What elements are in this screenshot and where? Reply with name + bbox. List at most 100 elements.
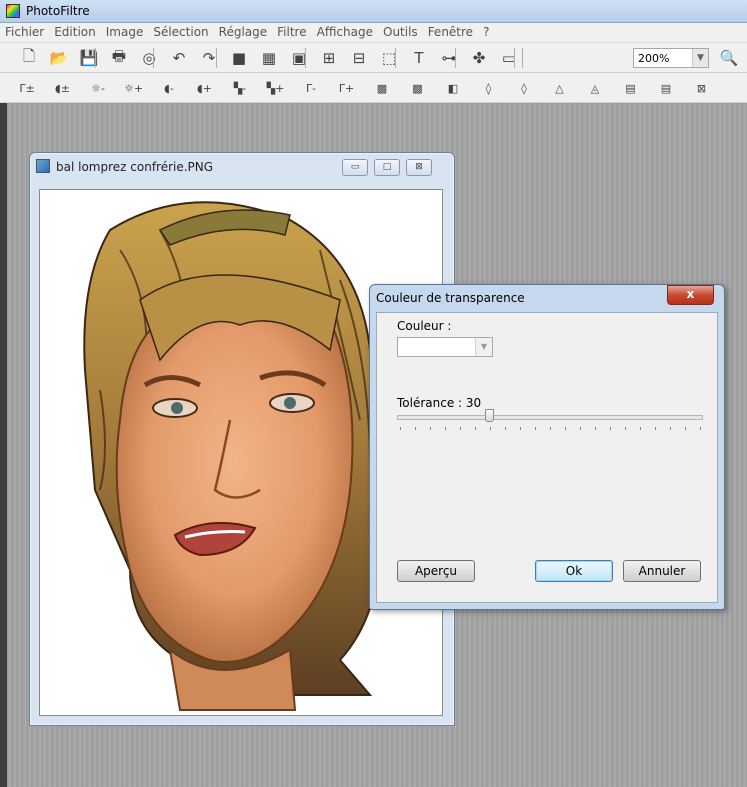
slider-tick [640,427,641,430]
workspace-edge [0,103,7,787]
grayscale-icon[interactable]: ▩ [371,77,393,99]
emboss-icon[interactable]: ◬ [584,77,606,99]
app-title-bar: PhotoFiltre [0,0,747,23]
slider-tick [460,427,461,430]
undo-icon[interactable]: ↶ [168,47,190,69]
save-icon[interactable]: 💾 [78,47,100,69]
menu-item[interactable]: Affichage [312,23,378,39]
menu-item[interactable]: Sélection [148,23,213,39]
close-window-button[interactable]: ⊠ [406,159,432,176]
slider-tick [700,427,701,430]
sharpen-icon[interactable]: ◊ [513,77,535,99]
slider-tick [655,427,656,430]
open-folder-icon[interactable]: 📂 [48,47,70,69]
print-icon[interactable]: 🖶 [108,47,130,69]
slider-tick [670,427,671,430]
slider-tick [580,427,581,430]
menu-item[interactable]: ? [478,23,494,39]
brightness-plus-icon[interactable]: ☼+ [123,77,145,99]
menu-item[interactable]: Edition [49,23,101,39]
contrast-minus-icon[interactable]: ◖- [158,77,180,99]
tolerance-ticks [400,427,701,431]
image-size-icon[interactable]: ⊞ [318,47,340,69]
toolbar-separator [153,48,154,68]
contrast-auto-icon[interactable]: ◖± [52,77,74,99]
brightness-minus-icon[interactable]: ☼- [87,77,109,99]
menu-item[interactable]: Image [101,23,149,39]
slider-tick [535,427,536,430]
selection-icon[interactable]: ⬚ [378,47,400,69]
text-icon[interactable]: T [408,47,430,69]
color-label: Couleur : [397,319,452,333]
slider-tick [430,427,431,430]
slider-tick [610,427,611,430]
slider-tick [625,427,626,430]
saturation-plus-icon[interactable]: ▚+ [265,77,287,99]
toolbar-separator [95,48,96,68]
gray-square-icon[interactable]: ■ [228,47,250,69]
window-icon[interactable]: ▭ [498,47,520,69]
image-file-icon [36,159,50,173]
slider-tick [595,427,596,430]
contrast-plus-icon[interactable]: ◖+ [194,77,216,99]
toolbar-separator [395,48,396,68]
mirror-icon[interactable]: ⊠ [691,77,713,99]
chevron-down-icon: ▼ [692,49,708,67]
frame-icon[interactable]: ▤ [655,77,677,99]
toolbar-separator [514,48,515,68]
blur-icon[interactable]: ◊ [478,77,500,99]
document-title-text: bal lomprez confrérie.PNG [56,160,214,174]
tolerance-slider-track[interactable] [397,415,703,420]
layers-icon[interactable]: ⊶ [438,47,460,69]
toolbar-separator [305,48,306,68]
gamma-minus-icon[interactable]: Γ- [300,77,322,99]
dialog-body: Couleur : ▼ Tolérance : 30 Aperçu Ok Ann… [376,312,718,603]
slider-tick [400,427,401,430]
slider-tick [445,427,446,430]
zoom-value: 200% [638,52,670,65]
plugin-icon[interactable]: ✤ [468,47,490,69]
slider-tick [520,427,521,430]
slider-tick [550,427,551,430]
menu-item[interactable]: Fichier [0,23,49,39]
slider-tick [685,427,686,430]
scanner-icon[interactable]: ◎ [138,47,160,69]
main-toolbar: 200% ▼ 🔍 🗋 📂 💾 🖶 ◎ ↶ ↷ ■ ▦ ▣ ⊞ ⊟ ⬚ T ⊶ ✤ ▭ [0,43,747,73]
menu-item[interactable]: Filtre [272,23,311,39]
zoom-select[interactable]: 200% ▼ [633,48,709,68]
tolerance-slider-thumb[interactable] [485,409,495,422]
menu-bar: Fichier Edition Image Sélection Réglage Filtr… [0,23,747,43]
color-dropdown[interactable]: ▼ [397,337,493,357]
slider-tick [475,427,476,430]
gamma-plus-icon[interactable]: Γ+ [336,77,358,99]
transparency-icon[interactable]: ▣ [288,47,310,69]
slider-tick [490,427,491,430]
ok-button[interactable]: Ok [535,560,613,582]
negative-icon[interactable]: ◧ [442,77,464,99]
toolbar-separator [216,48,217,68]
slider-tick [415,427,416,430]
tolerance-label: Tolérance : 30 [397,396,482,410]
menu-item[interactable]: Outils [378,23,423,39]
sepia-icon[interactable]: ▩ [407,77,429,99]
color-grid-icon[interactable]: ▦ [258,47,280,69]
transparency-dialog[interactable]: Couleur de transparence x Couleur : ▼ To… [369,284,725,610]
dialog-title: Couleur de transparence [376,291,525,305]
soften-icon[interactable]: △ [549,77,571,99]
app-title: PhotoFiltre [26,4,90,18]
new-file-icon[interactable]: 🗋 [18,47,40,69]
gradient-icon[interactable]: ▤ [620,77,642,99]
menu-item[interactable]: Réglage [214,23,273,39]
gamma-auto-icon[interactable]: Γ± [16,77,38,99]
saturation-minus-icon[interactable]: ▚- [229,77,251,99]
zoom-icon[interactable]: 🔍 [718,47,740,69]
canvas-size-icon[interactable]: ⊟ [348,47,370,69]
close-dialog-button[interactable]: x [667,285,714,305]
toolbar-separator [455,48,456,68]
preview-button[interactable]: Aperçu [397,560,475,582]
cancel-button[interactable]: Annuler [623,560,701,582]
minimize-button[interactable]: ▭ [342,159,368,176]
maximize-button[interactable]: □ [374,159,400,176]
adjust-toolbar: Γ± ◖± ☼- ☼+ ◖- ◖+ ▚- ▚+ Γ- Γ+ ▩ ▩ ◧ ◊ ◊ △ ◬ ▤ ▤ ⊠ [0,73,747,103]
menu-item[interactable]: Fenêtre [423,23,478,39]
